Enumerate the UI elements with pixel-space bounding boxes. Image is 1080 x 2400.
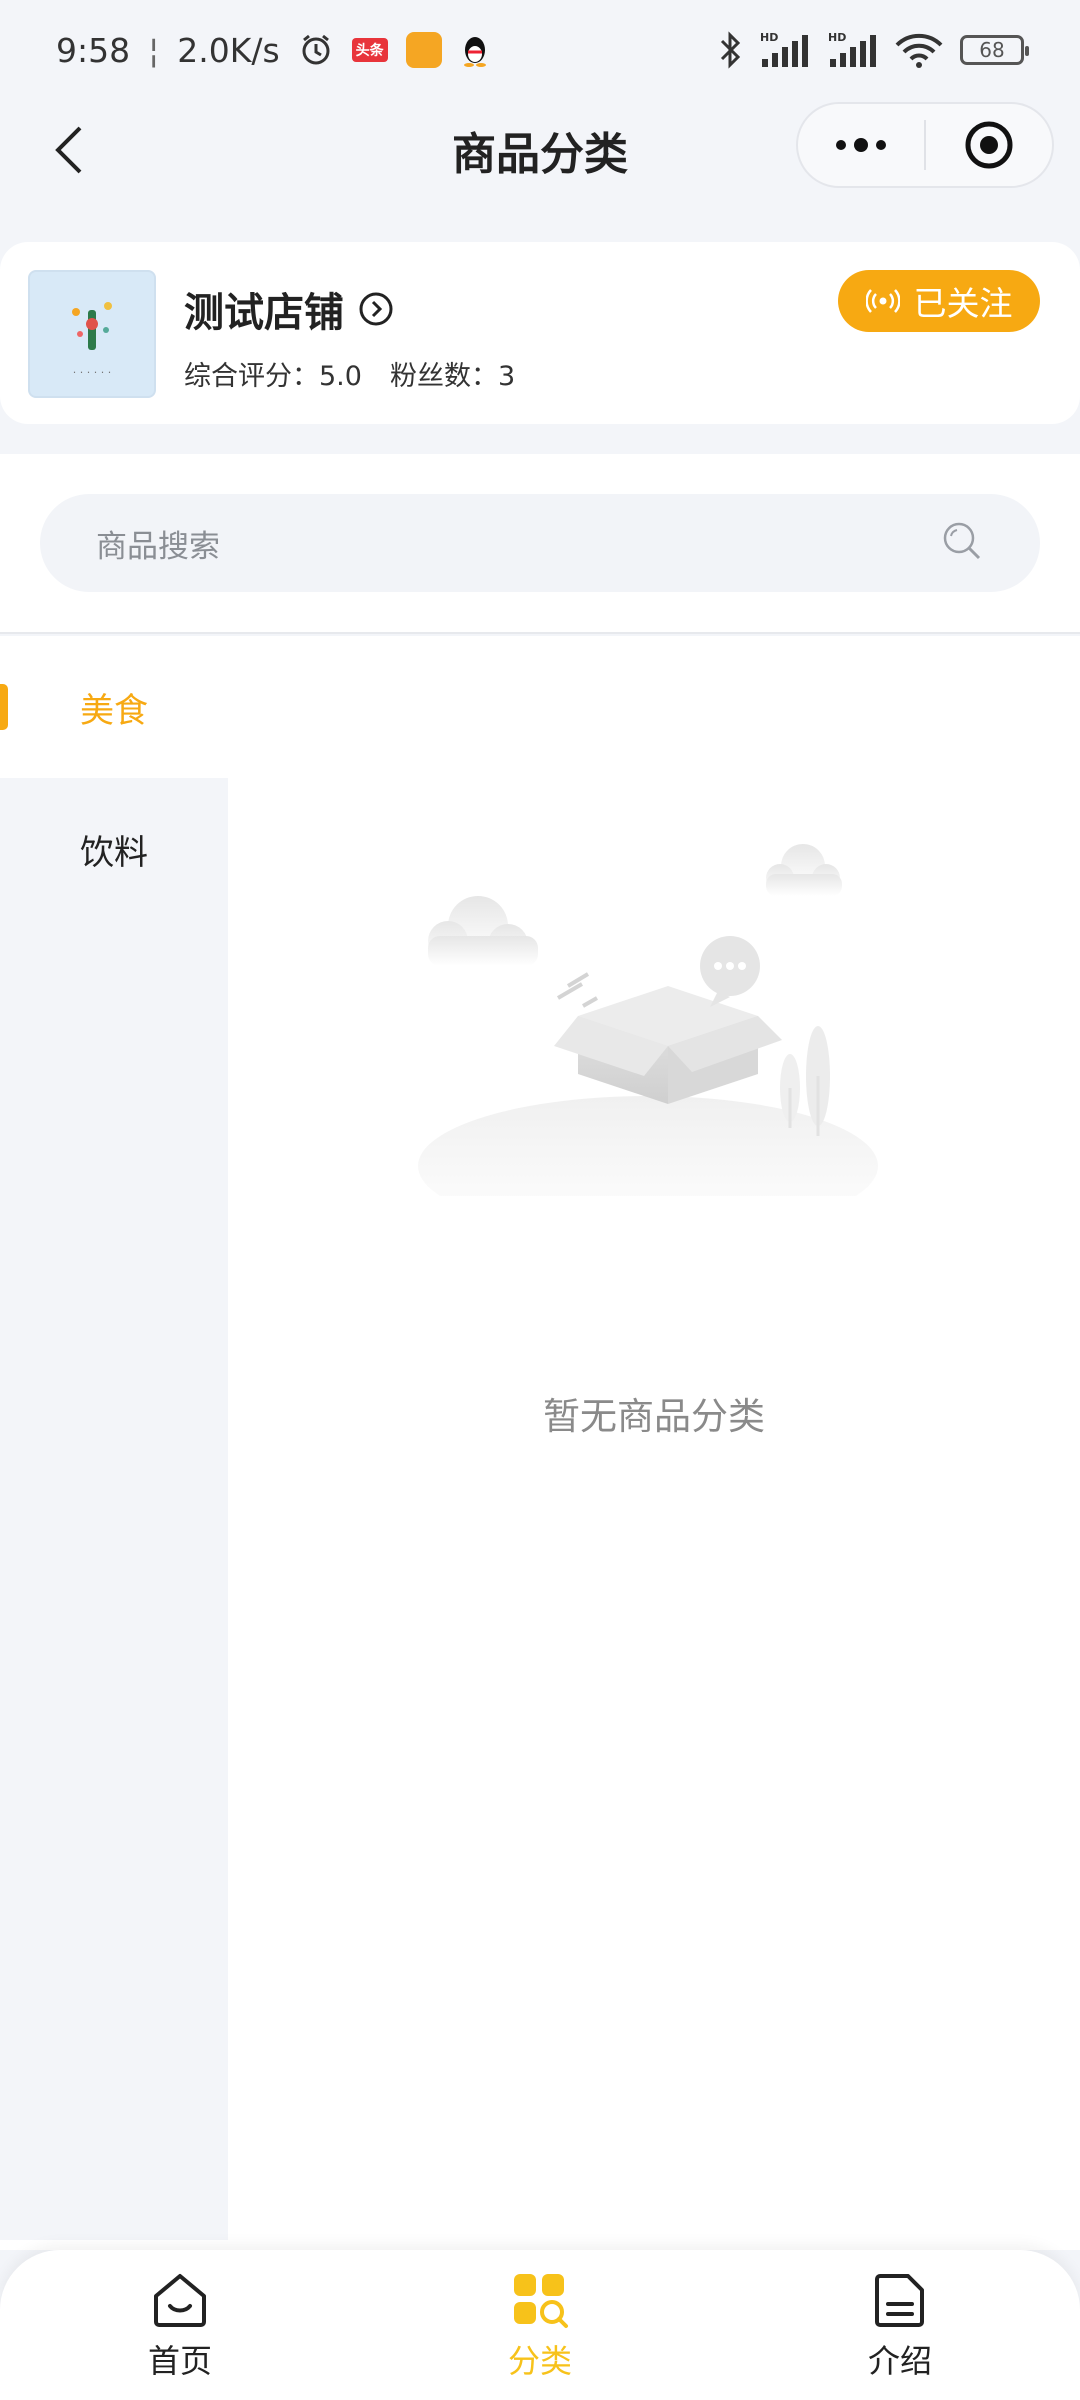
search-section: 商品搜索: [0, 454, 1080, 634]
tab-intro[interactable]: 介绍: [720, 2250, 1080, 2400]
bluetooth-icon: [718, 31, 742, 69]
search-icon[interactable]: [940, 519, 984, 567]
status-time: 9:58: [56, 30, 131, 70]
status-left: 9:58 ¦ 2.0K/s 头条: [56, 31, 490, 70]
empty-state-text: 暂无商品分类: [543, 1395, 765, 1438]
chevron-left-icon: [55, 126, 82, 174]
category-item-drinks[interactable]: 饮料: [0, 778, 228, 920]
status-net-speed: 2.0K/s: [177, 30, 280, 70]
shop-name: 测试店铺: [184, 290, 344, 336]
empty-box-illustration: [418, 836, 898, 1236]
bottom-tab-bar: 首页 分类 介绍: [0, 2250, 1080, 2400]
battery-indicator: 68: [960, 35, 1029, 65]
shop-rating: 综合评分：5.0: [184, 354, 362, 393]
nav-bar: 商品分类: [0, 100, 1080, 200]
home-icon: [154, 2274, 206, 2327]
shop-logo[interactable]: · · · · · ·: [28, 270, 156, 398]
follow-label: 已关注: [913, 284, 1013, 323]
shop-logo-image-icon: [72, 301, 112, 350]
search-placeholder: 商品搜索: [96, 528, 220, 565]
alarm-icon: [298, 32, 334, 68]
tab-label: 介绍: [867, 2342, 932, 2380]
shop-logo-caption: · · · · · ·: [72, 365, 112, 379]
category-main: 暂无商品分类: [228, 636, 1080, 2240]
shop-name-row[interactable]: 测试店铺: [184, 280, 394, 338]
toutiao-app-icon: 头条: [351, 38, 388, 62]
category-label: 饮料: [80, 832, 148, 873]
category-label: 美食: [80, 690, 148, 731]
category-item-food[interactable]: 美食: [0, 636, 228, 778]
status-right: HD HD 68: [718, 31, 1029, 69]
back-button[interactable]: [40, 120, 100, 180]
fans-label: 粉丝数：: [389, 361, 498, 392]
tab-home[interactable]: 首页: [0, 2250, 360, 2400]
search-input[interactable]: 商品搜索: [40, 494, 1040, 592]
wifi-icon: [894, 31, 944, 69]
rating-value: 5.0: [319, 361, 362, 392]
shop-fans: 粉丝数：3: [390, 354, 515, 393]
status-bar: 9:58 ¦ 2.0K/s 头条 HD HD 68: [0, 0, 1080, 100]
notes-app-icon: [405, 32, 442, 68]
signal-icon-2: HD: [826, 31, 878, 69]
rating-label: 综合评分：: [184, 361, 319, 392]
close-miniprogram-button[interactable]: [926, 104, 1052, 186]
svg-text:HD: HD: [828, 31, 846, 44]
shop-meta: 综合评分：5.0 粉丝数：3: [184, 354, 515, 393]
status-sep: ¦: [148, 30, 160, 70]
more-button[interactable]: [798, 104, 924, 186]
content-area: 美食 饮料 暂无商品分类: [0, 636, 1080, 2250]
tab-label: 分类: [507, 2342, 572, 2380]
category-icon: [514, 2274, 568, 2328]
shop-card: · · · · · · 测试店铺 综合评分：5.0 粉丝数：3 已关注: [0, 242, 1080, 424]
mini-program-capsule: [796, 102, 1054, 188]
fans-value: 3: [497, 361, 516, 392]
target-circle-icon: [965, 121, 1013, 169]
tab-label: 首页: [147, 2342, 212, 2380]
document-icon: [875, 2274, 924, 2327]
svg-text:HD: HD: [760, 31, 778, 44]
category-sidebar: 美食 饮料: [0, 636, 228, 2240]
page-title: 商品分类: [452, 129, 628, 180]
signal-icon-1: HD: [758, 31, 810, 69]
qq-penguin-icon: [460, 32, 490, 68]
broadcast-icon: [865, 289, 900, 313]
more-dots-icon: [836, 138, 886, 152]
follow-button[interactable]: 已关注: [838, 270, 1040, 332]
chevron-right-circle-icon: [359, 292, 393, 326]
tab-category[interactable]: 分类: [360, 2250, 720, 2400]
